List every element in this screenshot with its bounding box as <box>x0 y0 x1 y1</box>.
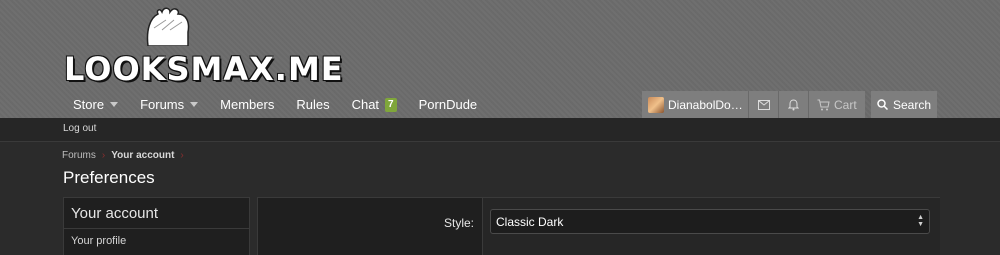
user-nav: DianabolDow... Cart <box>642 91 865 118</box>
style-label: Style: <box>443 216 474 230</box>
chevron-right-icon: › <box>101 150 106 161</box>
breadcrumb-forums[interactable]: Forums <box>62 150 96 161</box>
username[interactable]: DianabolDow... <box>668 98 748 112</box>
breadcrumb: Forums › Your account › <box>62 150 184 161</box>
nav-members[interactable]: Members <box>209 91 285 118</box>
search-button[interactable]: Search <box>871 91 937 118</box>
cart-icon <box>817 99 830 110</box>
nav-forums[interactable]: Forums <box>129 91 209 118</box>
search-icon <box>877 99 888 110</box>
nav-chat-label: Chat <box>351 97 380 112</box>
chat-count-badge: 7 <box>385 97 397 112</box>
form-input-column: Classic Dark ▲ ▼ <box>482 198 940 255</box>
logo-text: LOOKSMAX.ME <box>64 50 344 88</box>
cart-button[interactable]: Cart <box>809 91 865 118</box>
chevron-down-icon[interactable] <box>110 102 119 107</box>
avatar[interactable] <box>648 96 664 113</box>
account-sidebar: Your account Your profile <box>63 197 250 255</box>
sub-nav: Log out <box>0 118 1000 142</box>
search-label: Search <box>892 97 932 112</box>
nav-forums-label: Forums <box>140 97 185 112</box>
page-title: Preferences <box>63 168 155 187</box>
form-label-column: Style: <box>258 198 482 255</box>
inbox-button[interactable] <box>749 91 778 118</box>
main-nav: Store Forums Members Rules Chat 7 PornDu… <box>62 91 488 118</box>
nav-porndude-label: PornDude <box>418 97 478 112</box>
sidebar-heading: Your account <box>64 198 249 229</box>
cart-label: Cart <box>834 97 857 112</box>
chevron-right-icon: › <box>180 150 184 161</box>
style-select-value: Classic Dark <box>496 214 564 229</box>
alerts-button[interactable] <box>779 91 808 118</box>
sidebar-item-your-profile[interactable]: Your profile <box>64 229 249 247</box>
site-header: LOOKSMAX.ME Store Forums Members Rules C… <box>0 0 1000 118</box>
preferences-form: Style: Classic Dark ▲ ▼ <box>257 197 940 255</box>
hair-logo-icon <box>146 7 190 46</box>
nav-chat[interactable]: Chat 7 <box>341 91 408 118</box>
select-arrows-icon: ▲ ▼ <box>917 214 924 228</box>
bell-icon <box>788 98 799 110</box>
nav-rules[interactable]: Rules <box>285 91 340 118</box>
nav-rules-label: Rules <box>296 97 330 112</box>
envelope-icon <box>757 99 770 110</box>
logout-link[interactable]: Log out <box>63 123 96 134</box>
nav-members-label: Members <box>220 97 275 112</box>
style-select[interactable]: Classic Dark ▲ ▼ <box>490 209 930 234</box>
site-logo[interactable]: LOOKSMAX.ME <box>64 6 343 88</box>
breadcrumb-your-account[interactable]: Your account <box>111 150 174 161</box>
nav-store-label: Store <box>73 97 105 112</box>
nav-store[interactable]: Store <box>62 91 129 118</box>
nav-porndude[interactable]: PornDude <box>408 91 489 118</box>
chevron-down-icon[interactable] <box>190 102 199 107</box>
